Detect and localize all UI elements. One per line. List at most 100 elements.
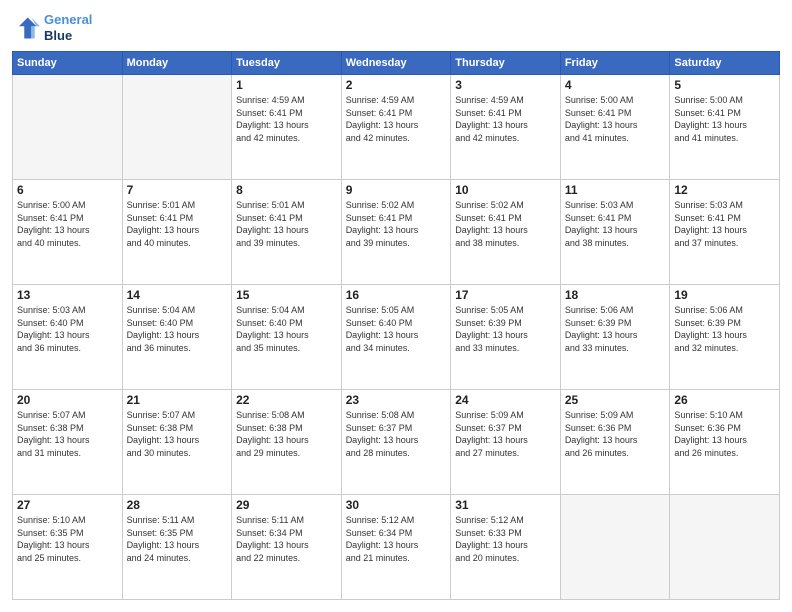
- day-info: Sunrise: 4:59 AM Sunset: 6:41 PM Dayligh…: [346, 94, 447, 144]
- page: General Blue SundayMondayTuesdayWednesda…: [0, 0, 792, 612]
- calendar-cell: 2 Sunrise: 4:59 AM Sunset: 6:41 PM Daylig…: [341, 75, 451, 180]
- day-info: Sunrise: 5:09 AM Sunset: 6:37 PM Dayligh…: [455, 409, 556, 459]
- calendar-cell: 3 Sunrise: 4:59 AM Sunset: 6:41 PM Daylig…: [451, 75, 561, 180]
- calendar-cell: 4Sunrise: 5:00 AM Sunset: 6:41 PM Daylig…: [560, 75, 670, 180]
- day-info: Sunrise: 5:00 AM Sunset: 6:41 PM Dayligh…: [674, 94, 775, 144]
- weekday-header-thursday: Thursday: [451, 52, 561, 75]
- week-row-1: 6 Sunrise: 5:00 AM Sunset: 6:41 PM Daylig…: [13, 180, 780, 285]
- day-info: Sunrise: 5:03 AM Sunset: 6:41 PM Dayligh…: [565, 199, 666, 249]
- calendar-cell: 28 Sunrise: 5:11 AM Sunset: 6:35 PM Dayli…: [122, 495, 232, 600]
- day-info: Sunrise: 5:05 AM Sunset: 6:40 PM Dayligh…: [346, 304, 447, 354]
- calendar-cell: 29 Sunrise: 5:11 AM Sunset: 6:34 PM Dayli…: [232, 495, 342, 600]
- day-number: 16: [346, 288, 447, 302]
- day-info: Sunrise: 5:06 AM Sunset: 6:39 PM Dayligh…: [674, 304, 775, 354]
- calendar-cell: 31 Sunrise: 5:12 AM Sunset: 6:33 PM Dayli…: [451, 495, 561, 600]
- day-number: 1: [236, 78, 337, 92]
- day-info: Sunrise: 5:01 AM Sunset: 6:41 PM Dayligh…: [236, 199, 337, 249]
- weekday-header-tuesday: Tuesday: [232, 52, 342, 75]
- calendar-cell: 6 Sunrise: 5:00 AM Sunset: 6:41 PM Daylig…: [13, 180, 123, 285]
- calendar-cell: 22Sunrise: 5:08 AM Sunset: 6:38 PM Dayli…: [232, 390, 342, 495]
- calendar-cell: 23Sunrise: 5:08 AM Sunset: 6:37 PM Dayli…: [341, 390, 451, 495]
- day-number: 31: [455, 498, 556, 512]
- day-number: 7: [127, 183, 228, 197]
- day-info: Sunrise: 5:08 AM Sunset: 6:37 PM Dayligh…: [346, 409, 447, 459]
- day-number: 10: [455, 183, 556, 197]
- day-info: Sunrise: 5:09 AM Sunset: 6:36 PM Dayligh…: [565, 409, 666, 459]
- day-number: 9: [346, 183, 447, 197]
- day-number: 2: [346, 78, 447, 92]
- day-number: 30: [346, 498, 447, 512]
- day-info: Sunrise: 5:07 AM Sunset: 6:38 PM Dayligh…: [17, 409, 118, 459]
- calendar-cell: 26Sunrise: 5:10 AM Sunset: 6:36 PM Dayli…: [670, 390, 780, 495]
- logo: General Blue: [12, 12, 92, 43]
- weekday-header-row: SundayMondayTuesdayWednesdayThursdayFrid…: [13, 52, 780, 75]
- calendar-cell: 19 Sunrise: 5:06 AM Sunset: 6:39 PM Dayli…: [670, 285, 780, 390]
- day-number: 28: [127, 498, 228, 512]
- day-info: Sunrise: 5:02 AM Sunset: 6:41 PM Dayligh…: [455, 199, 556, 249]
- day-info: Sunrise: 5:12 AM Sunset: 6:33 PM Dayligh…: [455, 514, 556, 564]
- day-number: 25: [565, 393, 666, 407]
- calendar-cell: [13, 75, 123, 180]
- day-info: Sunrise: 5:06 AM Sunset: 6:39 PM Dayligh…: [565, 304, 666, 354]
- day-number: 27: [17, 498, 118, 512]
- week-row-4: 27 Sunrise: 5:10 AM Sunset: 6:35 PM Dayli…: [13, 495, 780, 600]
- calendar-cell: 15Sunrise: 5:04 AM Sunset: 6:40 PM Dayli…: [232, 285, 342, 390]
- day-number: 5: [674, 78, 775, 92]
- day-number: 20: [17, 393, 118, 407]
- day-number: 24: [455, 393, 556, 407]
- day-info: Sunrise: 5:00 AM Sunset: 6:41 PM Dayligh…: [17, 199, 118, 249]
- week-row-2: 13 Sunrise: 5:03 AM Sunset: 6:40 PM Dayli…: [13, 285, 780, 390]
- calendar-cell: 5 Sunrise: 5:00 AM Sunset: 6:41 PM Daylig…: [670, 75, 780, 180]
- logo-icon: [12, 14, 40, 42]
- calendar-cell: 17Sunrise: 5:05 AM Sunset: 6:39 PM Dayli…: [451, 285, 561, 390]
- day-info: Sunrise: 5:00 AM Sunset: 6:41 PM Dayligh…: [565, 94, 666, 144]
- calendar-cell: 14Sunrise: 5:04 AM Sunset: 6:40 PM Dayli…: [122, 285, 232, 390]
- calendar-cell: 7 Sunrise: 5:01 AM Sunset: 6:41 PM Daylig…: [122, 180, 232, 285]
- calendar-cell: 27 Sunrise: 5:10 AM Sunset: 6:35 PM Dayli…: [13, 495, 123, 600]
- week-row-0: 1 Sunrise: 4:59 AM Sunset: 6:41 PM Daylig…: [13, 75, 780, 180]
- logo-text: General Blue: [44, 12, 92, 43]
- day-info: Sunrise: 5:10 AM Sunset: 6:36 PM Dayligh…: [674, 409, 775, 459]
- calendar-cell: 10 Sunrise: 5:02 AM Sunset: 6:41 PM Dayli…: [451, 180, 561, 285]
- day-number: 15: [236, 288, 337, 302]
- calendar-cell: 8Sunrise: 5:01 AM Sunset: 6:41 PM Daylig…: [232, 180, 342, 285]
- weekday-header-sunday: Sunday: [13, 52, 123, 75]
- day-info: Sunrise: 5:11 AM Sunset: 6:34 PM Dayligh…: [236, 514, 337, 564]
- calendar-cell: 13 Sunrise: 5:03 AM Sunset: 6:40 PM Dayli…: [13, 285, 123, 390]
- weekday-header-saturday: Saturday: [670, 52, 780, 75]
- day-number: 11: [565, 183, 666, 197]
- day-number: 13: [17, 288, 118, 302]
- day-info: Sunrise: 5:01 AM Sunset: 6:41 PM Dayligh…: [127, 199, 228, 249]
- day-number: 19: [674, 288, 775, 302]
- calendar-cell: [560, 495, 670, 600]
- weekday-header-wednesday: Wednesday: [341, 52, 451, 75]
- calendar-cell: [122, 75, 232, 180]
- calendar-cell: 20 Sunrise: 5:07 AM Sunset: 6:38 PM Dayli…: [13, 390, 123, 495]
- day-number: 29: [236, 498, 337, 512]
- day-info: Sunrise: 5:03 AM Sunset: 6:40 PM Dayligh…: [17, 304, 118, 354]
- day-number: 3: [455, 78, 556, 92]
- day-number: 14: [127, 288, 228, 302]
- day-number: 22: [236, 393, 337, 407]
- day-info: Sunrise: 4:59 AM Sunset: 6:41 PM Dayligh…: [455, 94, 556, 144]
- day-info: Sunrise: 4:59 AM Sunset: 6:41 PM Dayligh…: [236, 94, 337, 144]
- day-number: 18: [565, 288, 666, 302]
- day-number: 21: [127, 393, 228, 407]
- day-info: Sunrise: 5:10 AM Sunset: 6:35 PM Dayligh…: [17, 514, 118, 564]
- calendar-cell: 11 Sunrise: 5:03 AM Sunset: 6:41 PM Dayli…: [560, 180, 670, 285]
- day-info: Sunrise: 5:12 AM Sunset: 6:34 PM Dayligh…: [346, 514, 447, 564]
- calendar-cell: 1 Sunrise: 4:59 AM Sunset: 6:41 PM Daylig…: [232, 75, 342, 180]
- day-info: Sunrise: 5:03 AM Sunset: 6:41 PM Dayligh…: [674, 199, 775, 249]
- day-number: 6: [17, 183, 118, 197]
- day-info: Sunrise: 5:11 AM Sunset: 6:35 PM Dayligh…: [127, 514, 228, 564]
- calendar-cell: 12Sunrise: 5:03 AM Sunset: 6:41 PM Dayli…: [670, 180, 780, 285]
- calendar-cell: 21Sunrise: 5:07 AM Sunset: 6:38 PM Dayli…: [122, 390, 232, 495]
- day-info: Sunrise: 5:02 AM Sunset: 6:41 PM Dayligh…: [346, 199, 447, 249]
- day-info: Sunrise: 5:05 AM Sunset: 6:39 PM Dayligh…: [455, 304, 556, 354]
- calendar-cell: 18 Sunrise: 5:06 AM Sunset: 6:39 PM Dayli…: [560, 285, 670, 390]
- calendar-table: SundayMondayTuesdayWednesdayThursdayFrid…: [12, 51, 780, 600]
- calendar-cell: 24 Sunrise: 5:09 AM Sunset: 6:37 PM Dayli…: [451, 390, 561, 495]
- calendar-cell: [670, 495, 780, 600]
- calendar-cell: 9 Sunrise: 5:02 AM Sunset: 6:41 PM Daylig…: [341, 180, 451, 285]
- weekday-header-monday: Monday: [122, 52, 232, 75]
